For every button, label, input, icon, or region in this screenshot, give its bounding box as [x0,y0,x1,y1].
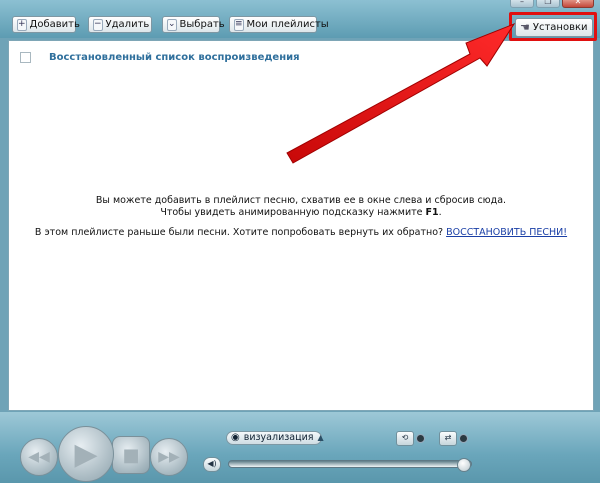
chevron-up-icon: ▲ [317,433,324,442]
playlist-title: Восстановленный список воспроизведения [49,51,300,63]
annotation-highlight-box [509,12,597,41]
select-button[interactable]: ⌄ Выбрать [162,16,225,33]
help-key: F1 [425,207,439,218]
minus-icon: − [93,18,103,31]
restore-button[interactable]: ❐ [536,0,560,8]
plus-icon: + [17,18,27,31]
shuffle-icon: ⇄ [444,433,452,442]
speaker-icon: ◀) [207,459,217,468]
close-button[interactable]: ✕ [562,0,594,8]
repeat-icon: ⟲ [401,433,409,442]
next-icon: ▶▶ [158,449,180,465]
shuffle-indicator [459,434,468,443]
my-playlists-button-label: Мои плейлисты [246,19,329,30]
playlist-header: Восстановленный список воспроизведения [9,49,300,65]
drop-hint-line2-text: Чтобы увидеть анимированную подсказку на… [160,207,426,218]
my-playlists-button[interactable]: ≡ Мои плейлисты [229,16,329,33]
restore-songs-link[interactable]: ВОССТАНОВИТЬ ПЕСНИ! [446,227,567,238]
volume-slider-handle[interactable] [457,458,471,472]
repeat-indicator [416,434,425,443]
drop-hint-line1: Вы можете добавить в плейлист песню, схв… [95,195,507,206]
select-button-label: Выбрать [179,19,225,30]
visualization-button[interactable]: ◉ визуализация ▲ [226,431,324,445]
next-button[interactable]: ▶▶ [150,438,188,476]
drop-hint-line2: Чтобы увидеть анимированную подсказку на… [9,207,593,219]
drop-hint-line2-end: . [438,207,442,218]
delete-button[interactable]: − Удалить [88,16,152,33]
visualization-label: визуализация [243,432,314,443]
add-button-label: Добавить [29,19,80,30]
list-icon: ≡ [234,18,244,31]
add-button[interactable]: + Добавить [12,16,80,33]
minimize-icon: – [520,0,524,6]
restore-hint: В этом плейлисте раньше были песни. Хоти… [9,227,593,239]
volume-button[interactable]: ◀) [203,457,221,472]
window-controls: – ❐ ✕ [510,0,594,8]
player-window: – ❐ ✕ + Добавить − Удалить ⌄ Выбрать ≡ М… [0,0,600,483]
stop-icon: ■ [122,444,140,466]
volume-slider[interactable] [228,458,472,472]
chevron-down-icon: ⌄ [167,18,177,31]
repeat-button[interactable]: ⟲ [396,431,414,446]
playlist-checkbox[interactable] [20,51,31,63]
shuffle-button[interactable]: ⇄ [439,431,457,446]
play-icon: ▶ [74,436,98,472]
delete-button-label: Удалить [105,19,150,30]
minimize-button[interactable]: – [510,0,534,8]
restore-hint-text: В этом плейлисте раньше были песни. Хоти… [34,227,447,238]
previous-icon: ◀◀ [28,449,50,465]
playlist-panel[interactable]: Восстановленный список воспроизведения В… [8,40,594,411]
eye-icon: ◉ [231,432,240,443]
restore-icon: ❐ [544,0,552,6]
close-icon: ✕ [574,0,582,6]
player-controls-bar: ◀◀ ▶ ■ ▶▶ ◉ визуализация ▲ ⟲ ⇄ ◀) [0,412,600,483]
stop-button[interactable]: ■ [112,436,150,474]
play-button[interactable]: ▶ [58,426,114,482]
previous-button[interactable]: ◀◀ [20,438,58,476]
